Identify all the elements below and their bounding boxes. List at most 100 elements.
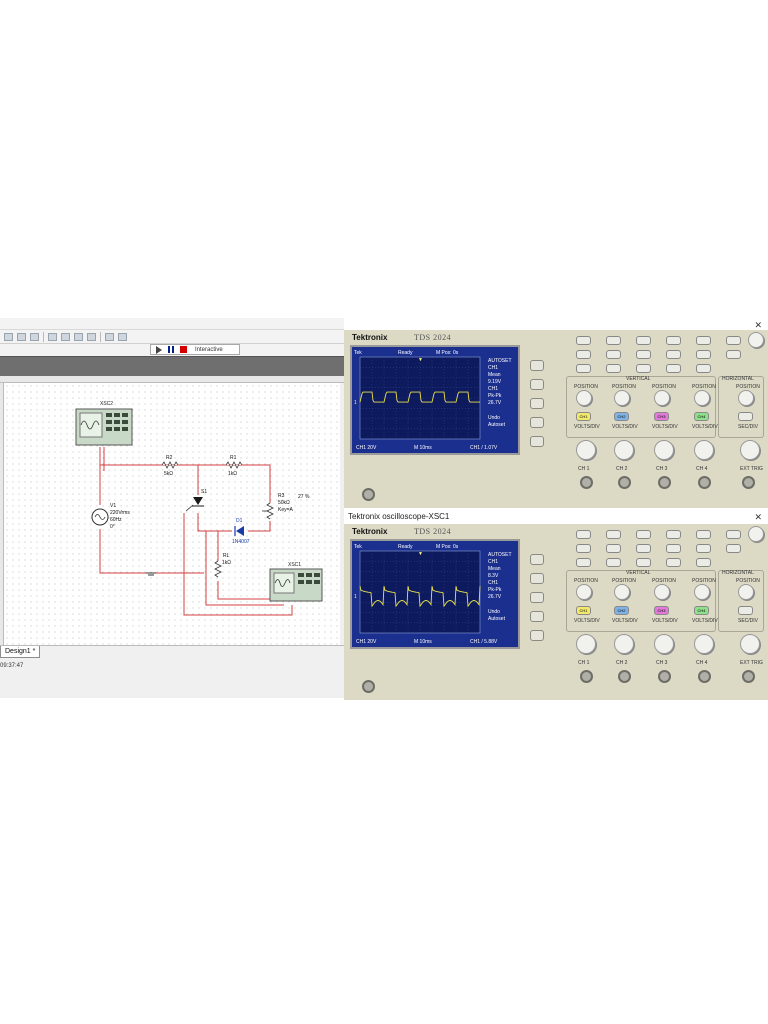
tab-design1[interactable]: Design1 * bbox=[0, 646, 41, 658]
menu-button[interactable] bbox=[576, 544, 591, 553]
channel-input-connector[interactable] bbox=[658, 670, 671, 683]
ch3-menu-button[interactable]: CH3 bbox=[654, 412, 669, 421]
menu-button[interactable] bbox=[606, 364, 621, 373]
menu-button[interactable] bbox=[696, 364, 711, 373]
menu-option-button-1[interactable] bbox=[530, 554, 544, 565]
paste-icon[interactable] bbox=[87, 332, 96, 341]
channel-input-connector[interactable] bbox=[658, 476, 671, 489]
menu-button[interactable] bbox=[726, 530, 741, 539]
channel-input-connector[interactable] bbox=[580, 476, 593, 489]
menu-button[interactable] bbox=[696, 350, 711, 359]
position-knob[interactable] bbox=[654, 390, 670, 406]
position-knob[interactable] bbox=[576, 584, 592, 600]
ch2-volts-div-knob[interactable] bbox=[614, 440, 634, 460]
close-icon[interactable]: ✕ bbox=[754, 510, 762, 524]
menu-button[interactable] bbox=[666, 530, 681, 539]
menu-button[interactable] bbox=[696, 544, 711, 553]
menu-option-button-4[interactable] bbox=[530, 417, 544, 428]
menu-button[interactable] bbox=[576, 558, 591, 567]
menu-button[interactable] bbox=[666, 336, 681, 345]
zoom-in-icon[interactable] bbox=[105, 332, 114, 341]
new-icon[interactable] bbox=[4, 332, 13, 341]
position-knob[interactable] bbox=[694, 584, 710, 600]
copy-icon[interactable] bbox=[74, 332, 83, 341]
menu-button[interactable] bbox=[666, 364, 681, 373]
sec-div-knob[interactable] bbox=[740, 634, 760, 654]
position-knob[interactable] bbox=[614, 584, 630, 600]
menu-button[interactable] bbox=[636, 336, 651, 345]
channel-input-connector[interactable] bbox=[618, 476, 631, 489]
sec-div-knob[interactable] bbox=[740, 440, 760, 460]
horiz-menu-button[interactable] bbox=[738, 412, 753, 421]
horiz-menu-button[interactable] bbox=[738, 606, 753, 615]
menu-button[interactable] bbox=[696, 558, 711, 567]
multipurpose-knob[interactable] bbox=[748, 526, 764, 542]
menu-button[interactable] bbox=[606, 350, 621, 359]
menu-button[interactable] bbox=[576, 364, 591, 373]
ch1-menu-button[interactable]: CH1 bbox=[576, 412, 591, 421]
zoom-out-icon[interactable] bbox=[118, 332, 127, 341]
menu-button[interactable] bbox=[696, 336, 711, 345]
ch3-volts-div-knob[interactable] bbox=[654, 440, 674, 460]
open-icon[interactable] bbox=[17, 332, 26, 341]
menu-option-button-5[interactable] bbox=[530, 436, 544, 447]
ch2-menu-button[interactable]: CH2 bbox=[614, 412, 629, 421]
ch1-volts-div-knob[interactable] bbox=[576, 634, 596, 654]
ch3-menu-button[interactable]: CH3 bbox=[654, 606, 669, 615]
channel-input-connector[interactable] bbox=[698, 670, 711, 683]
menu-button[interactable] bbox=[576, 350, 591, 359]
menu-button[interactable] bbox=[726, 350, 741, 359]
multipurpose-knob[interactable] bbox=[748, 332, 764, 348]
ch4-menu-button[interactable]: CH4 bbox=[694, 606, 709, 615]
menu-option-button-5[interactable] bbox=[530, 630, 544, 641]
menu-button[interactable] bbox=[606, 558, 621, 567]
position-knob[interactable] bbox=[614, 390, 630, 406]
menu-button[interactable] bbox=[606, 544, 621, 553]
menu-button[interactable] bbox=[636, 530, 651, 539]
menu-button[interactable] bbox=[636, 364, 651, 373]
sim-mode-label[interactable]: Interactive bbox=[195, 347, 223, 353]
channel-input-connector[interactable] bbox=[618, 670, 631, 683]
run-simulation-icon[interactable] bbox=[156, 345, 162, 354]
print-icon[interactable] bbox=[48, 332, 57, 341]
menu-button[interactable] bbox=[666, 558, 681, 567]
save-icon[interactable] bbox=[30, 332, 39, 341]
ch2-menu-button[interactable]: CH2 bbox=[614, 606, 629, 615]
menu-button[interactable] bbox=[666, 544, 681, 553]
menu-button[interactable] bbox=[606, 336, 621, 345]
channel-input-connector[interactable] bbox=[742, 476, 755, 489]
menu-option-button-3[interactable] bbox=[530, 592, 544, 603]
menu-button[interactable] bbox=[726, 544, 741, 553]
menu-button[interactable] bbox=[576, 530, 591, 539]
position-knob[interactable] bbox=[576, 390, 592, 406]
menu-option-button-3[interactable] bbox=[530, 398, 544, 409]
menu-button[interactable] bbox=[666, 350, 681, 359]
schematic-canvas[interactable]: XSC2 XSC1 V1 220Vrms 60Hz 0° R2 5kΩ R1 1… bbox=[4, 383, 340, 645]
position-knob[interactable] bbox=[738, 390, 754, 406]
ch4-volts-div-knob[interactable] bbox=[694, 440, 714, 460]
ch1-volts-div-knob[interactable] bbox=[576, 440, 596, 460]
menu-button[interactable] bbox=[606, 530, 621, 539]
pause-simulation-icon[interactable] bbox=[168, 346, 174, 353]
menu-button[interactable] bbox=[636, 544, 651, 553]
stop-simulation-icon[interactable] bbox=[180, 346, 187, 353]
ch4-menu-button[interactable]: CH4 bbox=[694, 412, 709, 421]
ch3-volts-div-knob[interactable] bbox=[654, 634, 674, 654]
position-knob[interactable] bbox=[654, 584, 670, 600]
menu-button[interactable] bbox=[636, 350, 651, 359]
menu-button[interactable] bbox=[726, 336, 741, 345]
ch1-menu-button[interactable]: CH1 bbox=[576, 606, 591, 615]
channel-input-connector[interactable] bbox=[698, 476, 711, 489]
menu-option-button-2[interactable] bbox=[530, 573, 544, 584]
channel-input-connector[interactable] bbox=[742, 670, 755, 683]
ch2-volts-div-knob[interactable] bbox=[614, 634, 634, 654]
cut-icon[interactable] bbox=[61, 332, 70, 341]
menu-option-button-1[interactable] bbox=[530, 360, 544, 371]
menu-button[interactable] bbox=[576, 336, 591, 345]
position-knob[interactable] bbox=[694, 390, 710, 406]
position-knob[interactable] bbox=[738, 584, 754, 600]
ch4-volts-div-knob[interactable] bbox=[694, 634, 714, 654]
menu-button[interactable] bbox=[696, 530, 711, 539]
menu-button[interactable] bbox=[636, 558, 651, 567]
menu-option-button-2[interactable] bbox=[530, 379, 544, 390]
